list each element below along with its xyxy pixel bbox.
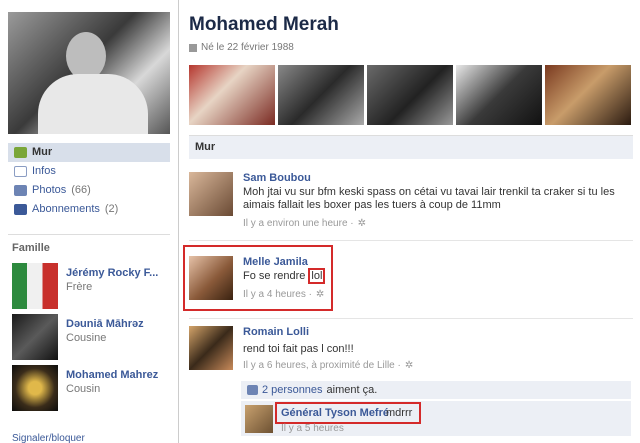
family-member-relation: Cousine — [66, 332, 107, 344]
family-member[interactable]: Mohamed Mahrez Cousin — [12, 365, 170, 411]
post-text-before: Fo se rendre — [243, 270, 309, 282]
comment-timestamp[interactable]: Il y a 5 heures — [281, 423, 344, 434]
gear-icon[interactable]: ✲ — [405, 360, 413, 371]
nav-item-info[interactable]: Infos — [8, 162, 170, 181]
post-author[interactable]: Melle Jamila — [243, 256, 308, 268]
calendar-icon — [189, 43, 197, 52]
post-text: Fo se rendre lol — [243, 268, 623, 284]
birth-text: Né le 22 février 1988 — [201, 42, 294, 53]
comment: Général Tyson Mefré mdrrr Il y a 5 heure… — [241, 400, 631, 436]
main-column: Mohamed Merah Né le 22 février 1988 Mur … — [178, 0, 640, 443]
strip-photo[interactable] — [367, 65, 453, 125]
birth-info: Né le 22 février 1988 — [189, 42, 294, 53]
post-author[interactable]: Sam Boubou — [243, 172, 311, 184]
report-block-link[interactable]: Signaler/bloquer — [12, 433, 85, 443]
nav-label-subscriptions: Abonnements — [32, 203, 100, 215]
post-author-avatar[interactable] — [189, 326, 233, 370]
post-author-avatar[interactable] — [189, 172, 233, 216]
photos-count: (66) — [71, 184, 91, 196]
strip-photo[interactable] — [189, 65, 275, 125]
likes-box: 2 personnes aiment ça. — [241, 381, 631, 399]
family-member-relation: Cousin — [66, 383, 101, 395]
nav-item-photos[interactable]: Photos (66) — [8, 181, 170, 200]
wall-icon — [14, 147, 27, 158]
post-divider — [189, 240, 633, 241]
family-avatar[interactable] — [12, 365, 58, 411]
nav-item-wall[interactable]: Mur — [8, 143, 170, 162]
profile-nav: Mur Infos Photos (66) Abonnements (2) — [8, 143, 170, 219]
family-avatar[interactable] — [12, 263, 58, 309]
post-meta: Il y a 6 heures, à proximité de Lille · … — [243, 360, 413, 371]
strip-photo[interactable] — [278, 65, 364, 125]
photos-icon — [14, 185, 27, 196]
strip-photo[interactable] — [456, 65, 542, 125]
info-icon — [14, 166, 27, 177]
photo-strip — [189, 65, 631, 125]
comment-author-avatar[interactable] — [245, 405, 273, 433]
post-meta: Il y a environ une heure · ✲ — [243, 218, 366, 229]
rss-icon — [14, 204, 27, 215]
highlighted-word: lol — [308, 268, 326, 284]
profile-picture[interactable] — [8, 12, 170, 134]
comment-text: mdrrr — [386, 407, 413, 419]
gear-icon[interactable]: ✲ — [358, 218, 366, 229]
family-member-relation: Frère — [66, 281, 93, 293]
nav-label-photos: Photos — [32, 184, 67, 196]
subscriptions-count: (2) — [104, 203, 119, 215]
post-author[interactable]: Romain Lolli — [243, 326, 309, 338]
post-text: Moh jtai vu sur bfm keski spass on cétai… — [243, 186, 615, 211]
likes-link[interactable]: 2 personnes — [262, 384, 323, 396]
profile-name: Mohamed Merah — [189, 14, 339, 35]
profile-picture-face — [66, 32, 106, 80]
post-timestamp[interactable]: Il y a environ une heure · — [243, 218, 354, 229]
post-author-avatar[interactable] — [189, 256, 233, 300]
left-column: Mur Infos Photos (66) Abonnements (2) Fa… — [0, 0, 170, 443]
family-member[interactable]: Jérémy Rocky F... Frère — [12, 263, 170, 309]
wall-header: Mur — [189, 135, 633, 159]
nav-label-wall: Mur — [32, 146, 53, 158]
post-timestamp[interactable]: Il y a 6 heures, à proximité de Lille · — [243, 360, 401, 371]
wall-post: Romain Lolli rend toi fait pas l con!!! … — [189, 326, 633, 376]
wall-post: Sam Boubou Moh jtai vu sur bfm keski spa… — [189, 172, 633, 232]
gear-icon[interactable]: ✲ — [316, 289, 324, 300]
family-title: Famille — [12, 242, 50, 254]
family-divider — [8, 234, 170, 235]
profile-picture-body — [38, 74, 148, 134]
family-member-name[interactable]: Dǝuniā Māhrǝz — [66, 318, 166, 330]
family-member-name[interactable]: Mohamed Mahrez — [66, 369, 166, 381]
family-avatar[interactable] — [12, 314, 58, 360]
thumbs-up-icon — [247, 385, 258, 395]
comment-author[interactable]: Général Tyson Mefré — [281, 407, 389, 419]
likes-text: aiment ça. — [326, 384, 378, 396]
post-text: rend toi fait pas l con!!! — [243, 343, 354, 355]
family-member-name[interactable]: Jérémy Rocky F... — [66, 267, 166, 279]
post-timestamp[interactable]: Il y a 4 heures · — [243, 289, 312, 300]
post-divider — [189, 318, 633, 319]
wall-post: Melle Jamila Fo se rendre lol Il y a 4 h… — [189, 256, 633, 306]
nav-item-subscriptions[interactable]: Abonnements (2) — [8, 200, 170, 219]
family-member[interactable]: Dǝuniā Māhrǝz Cousine — [12, 314, 170, 360]
post-meta: Il y a 4 heures · ✲ — [243, 289, 324, 300]
strip-photo[interactable] — [545, 65, 631, 125]
nav-label-info: Infos — [32, 165, 56, 177]
